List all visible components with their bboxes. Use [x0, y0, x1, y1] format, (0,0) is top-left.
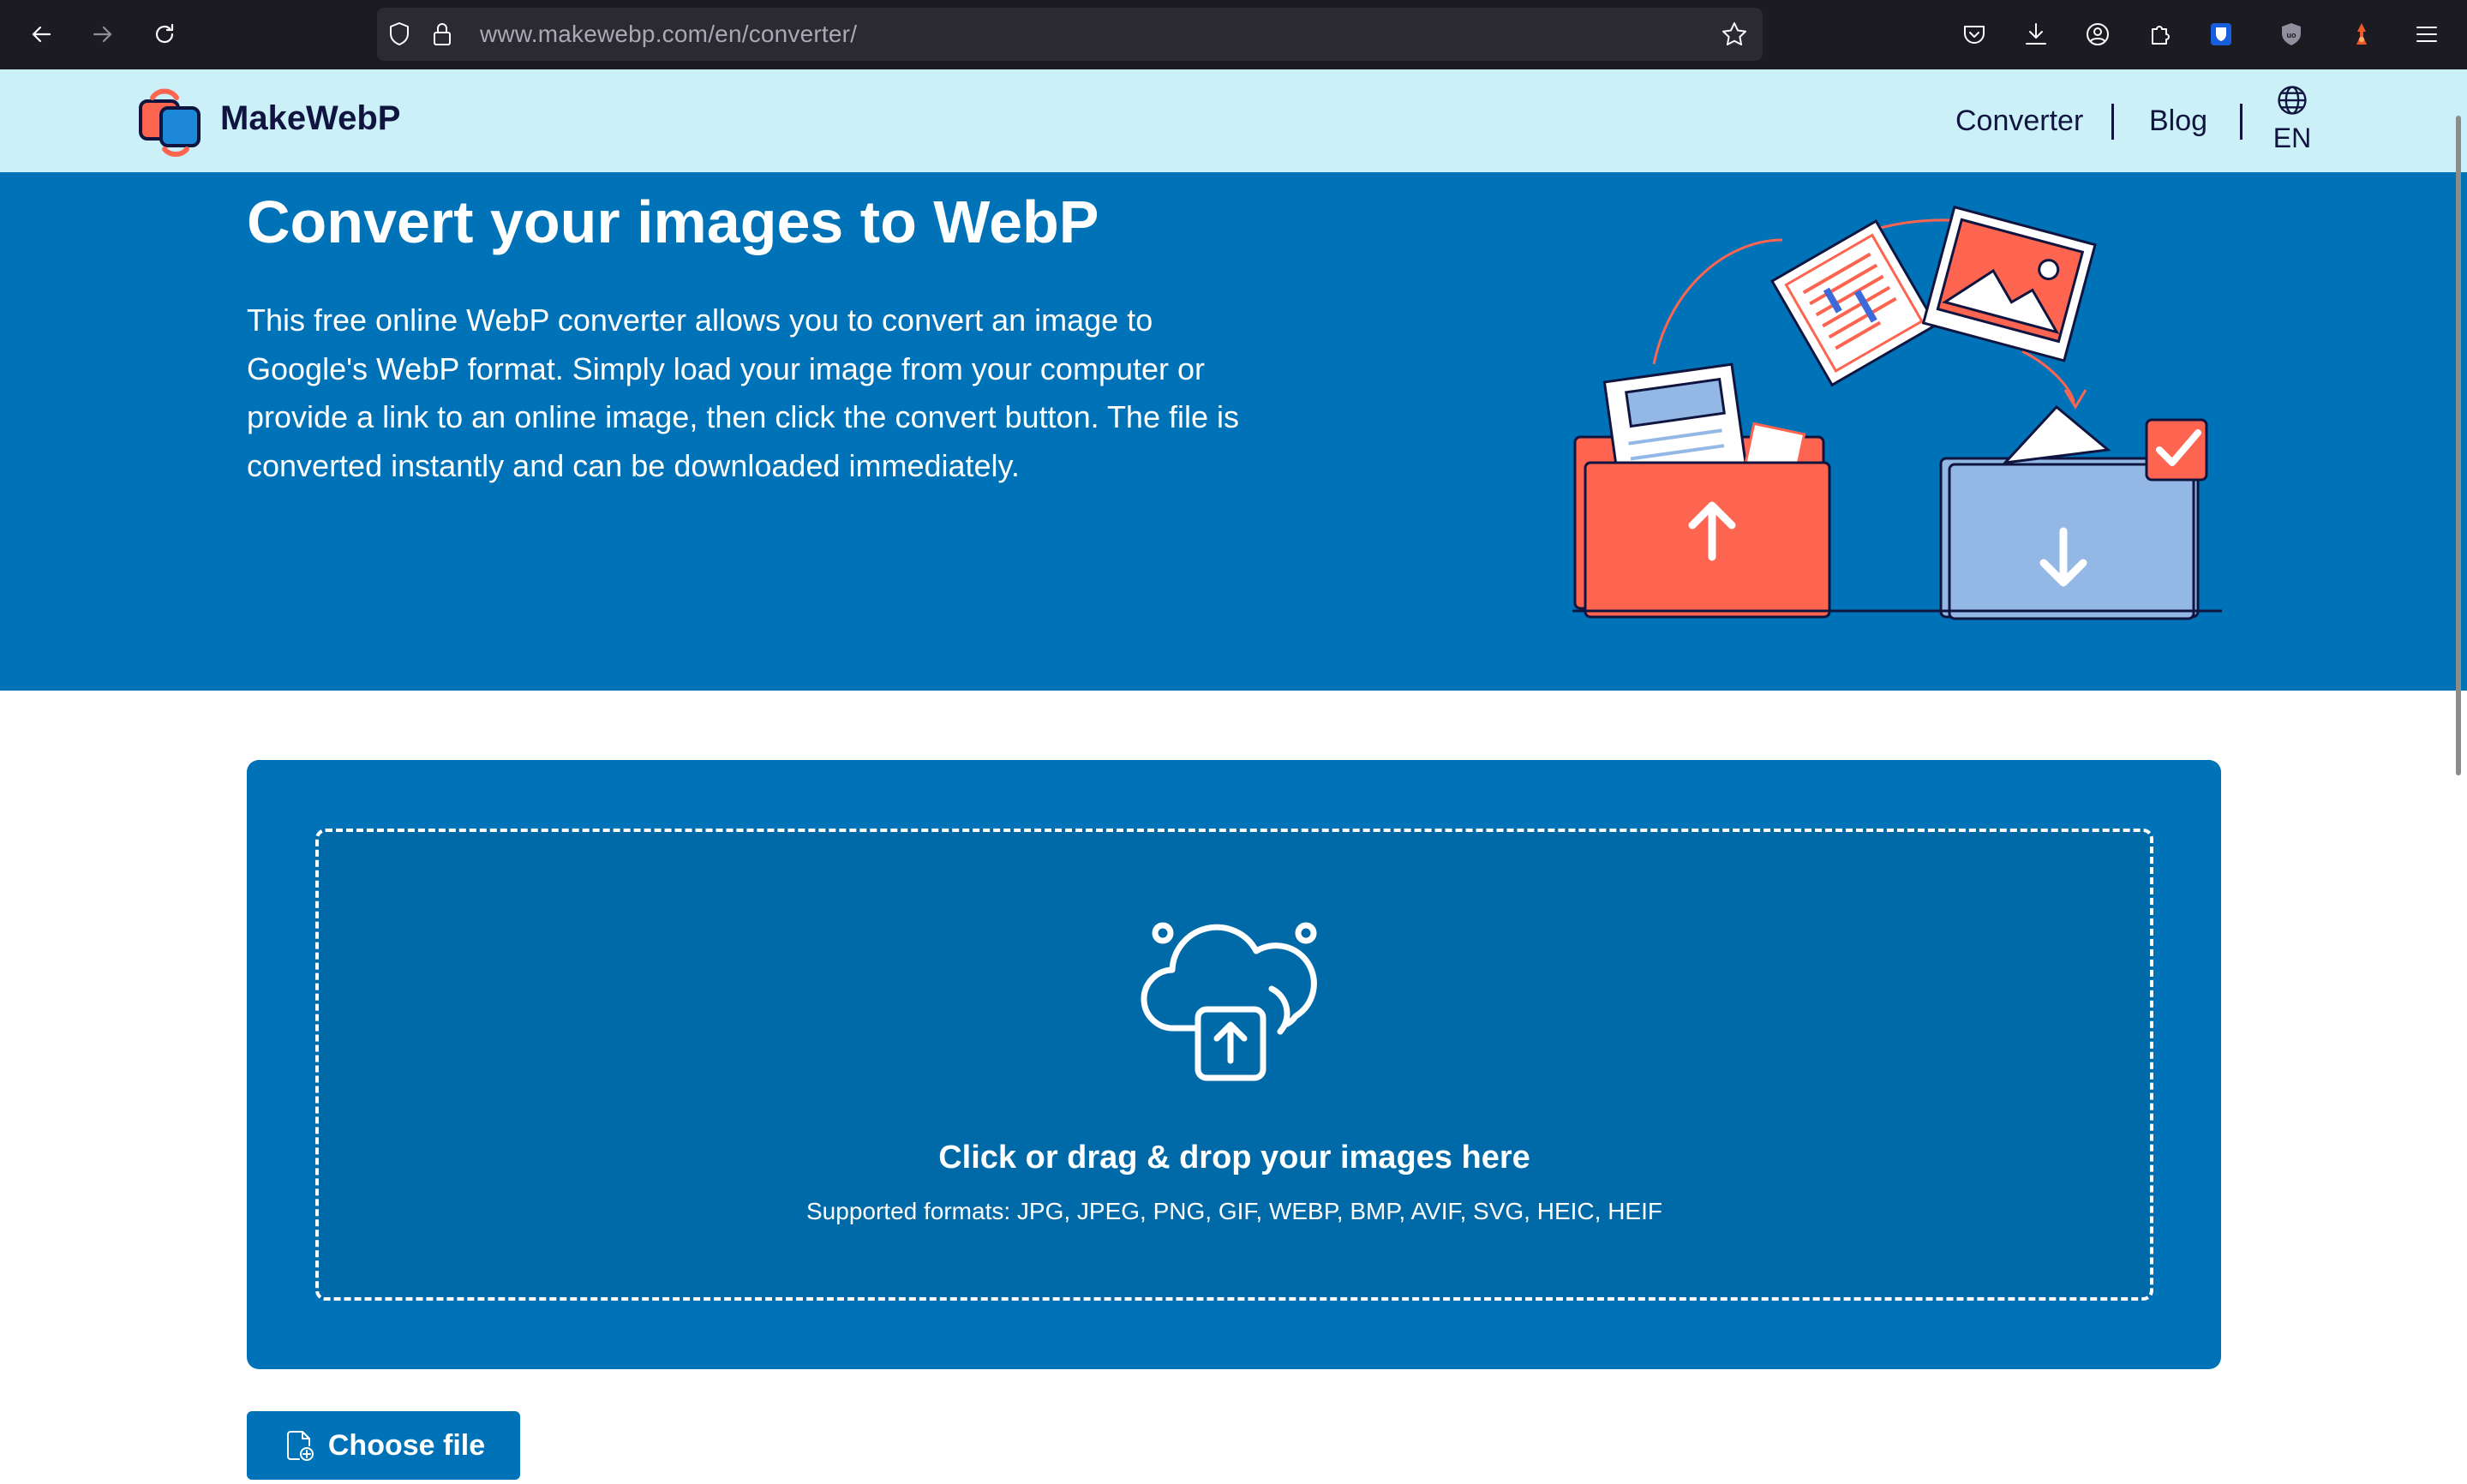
back-button[interactable] [21, 14, 62, 55]
file-add-icon [286, 1431, 314, 1461]
conversion-illustration [1572, 205, 2222, 620]
extensions-icon[interactable] [2142, 17, 2177, 51]
language-label: EN [2272, 123, 2312, 153]
supported-formats: Supported formats: JPG, JPEG, PNG, GIF, … [806, 1198, 1662, 1224]
extension-icon[interactable] [2344, 17, 2379, 51]
lock-icon[interactable] [428, 21, 456, 48]
forward-icon [93, 26, 112, 43]
hero-description: This free online WebP converter allows y… [247, 302, 1239, 483]
svg-text:uo: uo [2287, 31, 2296, 39]
browser-toolbar: www.makewebp.com/en/converter/ uo [0, 0, 2467, 69]
url-host: www.makewebp.com [480, 21, 709, 47]
star-icon[interactable] [1721, 21, 1748, 48]
language-switcher[interactable]: EN [2271, 84, 2314, 154]
reload-button[interactable] [144, 14, 185, 55]
choose-file-button[interactable]: Choose file [247, 1411, 520, 1480]
cloud-upload-icon [1141, 922, 1317, 1081]
account-icon[interactable] [2081, 17, 2115, 51]
pocket-icon[interactable] [1957, 17, 1991, 51]
ublock-icon[interactable]: uo [2274, 17, 2308, 51]
download-icon[interactable] [2019, 17, 2053, 51]
nav-blog[interactable]: Blog [2149, 105, 2207, 138]
reload-icon [155, 23, 174, 44]
nav-separator [2240, 104, 2242, 140]
url-bar[interactable]: www.makewebp.com/en/converter/ [377, 8, 1763, 61]
globe-icon [2278, 86, 2307, 115]
nav-converter[interactable]: Converter [1955, 105, 2083, 138]
bitwarden-icon[interactable] [2204, 17, 2238, 51]
url-text[interactable]: www.makewebp.com/en/converter/ [480, 21, 857, 48]
page-title: Convert your images to WebP [247, 188, 1099, 255]
page-scrollbar[interactable] [2456, 116, 2461, 775]
brand-name[interactable]: MakeWebP [220, 99, 400, 138]
dropzone-title: Click or drag & drop your images here [938, 1140, 1530, 1176]
makewebp-logo[interactable] [135, 86, 207, 158]
nav-separator [2111, 104, 2114, 140]
back-icon [32, 26, 51, 43]
forward-button[interactable] [82, 14, 123, 55]
menu-icon[interactable] [2410, 17, 2444, 51]
shield-icon[interactable] [386, 21, 413, 48]
choose-file-label: Choose file [327, 1428, 486, 1462]
url-path: /en/converter/ [708, 21, 858, 47]
